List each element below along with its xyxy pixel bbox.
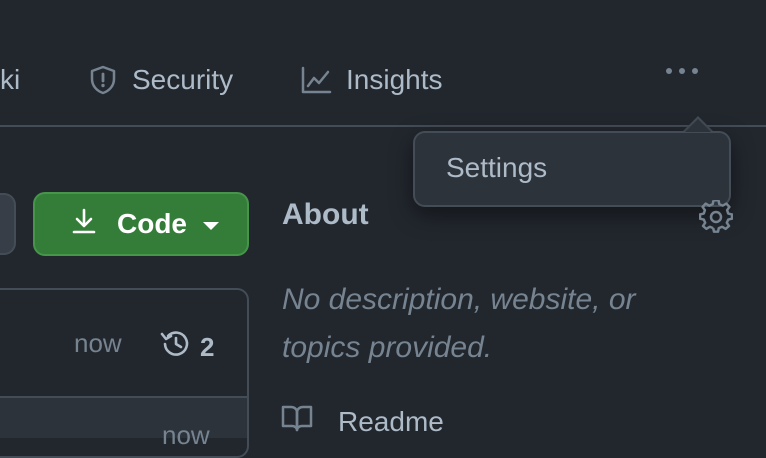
description-line: topics provided. — [282, 331, 493, 364]
commit-count: 2 — [200, 332, 215, 362]
code-button-label: Code — [117, 208, 187, 239]
commit-time: now — [74, 328, 122, 358]
tab-insights-label: Insights — [346, 64, 443, 95]
tab-insights[interactable]: Insights — [300, 58, 443, 102]
commit-history-link[interactable]: 2 — [158, 328, 214, 367]
tab-security-label: Security — [132, 64, 234, 95]
tab-security[interactable]: Security — [88, 58, 233, 102]
readme-label: Readme — [338, 405, 444, 437]
tab-wiki[interactable]: ki — [0, 58, 20, 102]
dropdown-caret-fill — [685, 119, 711, 132]
gear-icon[interactable] — [698, 199, 734, 239]
branch-button[interactable] — [0, 193, 16, 255]
readme-link[interactable]: Readme — [280, 403, 444, 440]
divider — [0, 396, 247, 398]
menu-item-settings[interactable]: Settings — [446, 152, 547, 184]
download-icon — [71, 207, 97, 242]
shield-icon — [88, 64, 118, 96]
history-icon — [158, 328, 192, 367]
book-icon — [280, 403, 314, 440]
kebab-horizontal-icon[interactable] — [666, 68, 698, 74]
graph-icon — [300, 65, 332, 95]
about-heading: About — [282, 198, 369, 231]
description-line: No description, website, or — [282, 283, 636, 316]
chevron-down-icon — [203, 222, 219, 230]
repo-description: No description, website, or topics provi… — [282, 276, 722, 372]
code-button[interactable]: Code — [33, 192, 249, 256]
tab-wiki-label: ki — [0, 64, 21, 95]
